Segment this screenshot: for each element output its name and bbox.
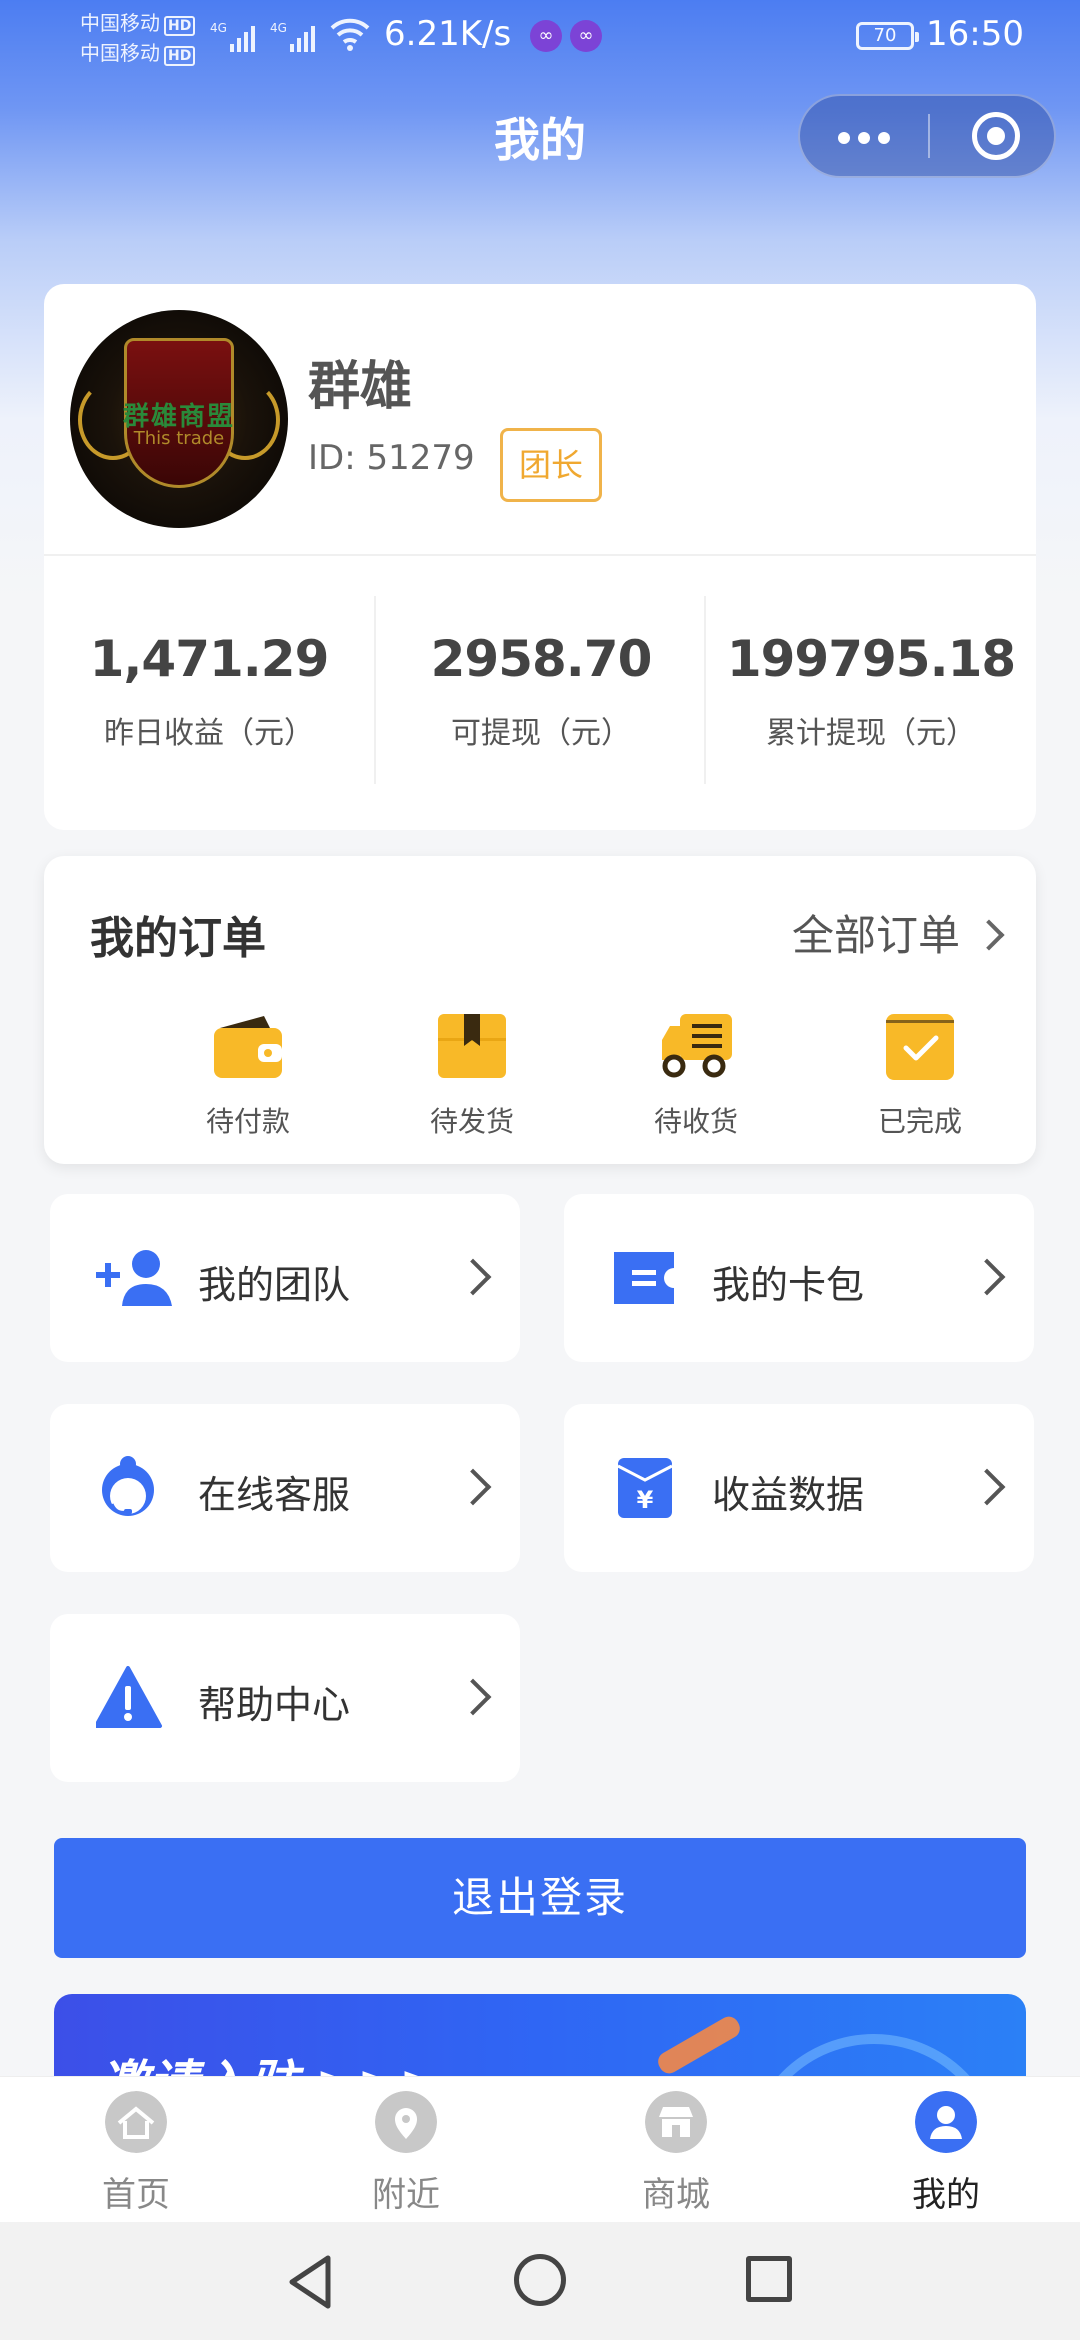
- menu-online-service[interactable]: 在线客服: [50, 1404, 520, 1572]
- order-label: 已完成: [877, 1105, 962, 1138]
- mini-program-capsule: [798, 94, 1056, 178]
- username: 群雄: [308, 357, 413, 417]
- truck-icon: [662, 1014, 732, 1078]
- check-icon: [886, 1014, 954, 1080]
- order-pending-shipment[interactable]: 待发货: [382, 1010, 562, 1140]
- order-completed[interactable]: 已完成: [830, 1010, 1010, 1140]
- box-icon: [438, 1014, 506, 1078]
- chevron-right-icon: [973, 918, 1005, 951]
- network-speed: 6.21K/s: [384, 14, 512, 54]
- menu-label: 我的卡包: [712, 1263, 865, 1307]
- hd-badge: HD: [164, 46, 196, 66]
- order-label: 待付款: [205, 1105, 290, 1138]
- carrier-2: 中国移动: [80, 41, 160, 65]
- status-bar: 中国移动 HD 中国移动 HD 4G 4G 6.21K/s ∞ ∞ 70 16:50: [0, 0, 1080, 72]
- order-pending-payment[interactable]: 待付款: [158, 1010, 338, 1140]
- recent-apps-icon[interactable]: [746, 2256, 792, 2302]
- card-icon: [614, 1252, 674, 1304]
- wallet-icon: [214, 1016, 282, 1078]
- carrier-1: 中国移动: [80, 11, 160, 35]
- hd-badge: HD: [164, 16, 196, 36]
- more-dots-icon: [878, 132, 890, 144]
- menu-label: 我的团队: [198, 1263, 351, 1307]
- stat-total-withdrawn[interactable]: 199795.18 累计提现（元）: [706, 630, 1036, 752]
- stat-yesterday-earnings[interactable]: 1,471.29 昨日收益（元）: [44, 630, 374, 752]
- app-notification-icon: ∞: [570, 20, 602, 52]
- user-icon: [915, 2091, 977, 2153]
- chevron-right-icon: [968, 1258, 1006, 1296]
- customer-service-icon: [102, 1456, 154, 1516]
- menu-label: 收益数据: [712, 1473, 865, 1517]
- bottom-tab-bar: 首页 附近 商城 我的: [0, 2076, 1080, 2222]
- tab-mine[interactable]: 我的: [866, 2091, 1026, 2216]
- more-dots-icon: [838, 132, 850, 144]
- location-icon: [375, 2091, 437, 2153]
- carrier-info: 中国移动 HD 中国移动 HD: [80, 8, 196, 68]
- avatar-logo-subtext: This trade: [133, 428, 225, 449]
- add-user-icon: [96, 1250, 172, 1306]
- avatar[interactable]: 群雄商盟 This trade: [70, 310, 288, 528]
- svg-text:¥: ¥: [637, 1486, 654, 1514]
- svg-text:4G: 4G: [270, 21, 287, 35]
- close-mini-program-icon[interactable]: [972, 112, 1020, 160]
- all-orders-link[interactable]: 全部订单: [791, 902, 1005, 963]
- tab-nearby[interactable]: 附近: [326, 2091, 486, 2216]
- chevron-right-icon: [968, 1468, 1006, 1506]
- capsule-divider: [928, 114, 930, 158]
- menu-help-center[interactable]: 帮助中心: [50, 1614, 520, 1782]
- order-label: 待发货: [429, 1105, 514, 1138]
- menu-my-card-wallet[interactable]: 我的卡包: [564, 1194, 1034, 1362]
- stat-value: 199795.18: [726, 630, 1016, 688]
- user-id: ID: 51279: [308, 438, 475, 478]
- banner-decoration: [654, 2012, 744, 2078]
- wifi-icon: [330, 18, 370, 51]
- menu-earnings-data[interactable]: ¥ 收益数据: [564, 1404, 1034, 1572]
- back-icon[interactable]: [286, 2254, 336, 2310]
- tab-home[interactable]: 首页: [56, 2091, 216, 2216]
- tab-label: 我的: [912, 2175, 980, 2215]
- menu-my-team[interactable]: 我的团队: [50, 1194, 520, 1362]
- tab-mall[interactable]: 商城: [596, 2091, 756, 2216]
- menu-label: 在线客服: [198, 1473, 351, 1517]
- tab-label: 首页: [102, 2175, 170, 2215]
- more-dots-icon: [858, 132, 870, 144]
- battery-icon: 70: [856, 22, 919, 50]
- chevron-right-icon: [454, 1678, 492, 1716]
- more-options-button[interactable]: [830, 96, 930, 176]
- orders-title: 我的订单: [90, 913, 266, 964]
- signal-icon: 4G 4G: [210, 21, 315, 52]
- home-icon: [105, 2091, 167, 2153]
- stat-label: 昨日收益（元）: [104, 716, 314, 751]
- store-icon: [645, 2091, 707, 2153]
- stat-value: 2958.70: [430, 630, 653, 688]
- divider: [44, 554, 1036, 556]
- order-label: 待收货: [653, 1105, 738, 1138]
- clock: 16:50: [926, 14, 1024, 54]
- stat-value: 1,471.29: [89, 630, 330, 688]
- role-badge: 团长: [500, 428, 603, 502]
- orders-card: 我的订单 全部订单 待付款 待发货 待收货 已完成: [44, 856, 1036, 1164]
- tab-label: 附近: [372, 2175, 440, 2215]
- chevron-right-icon: [454, 1258, 492, 1296]
- logout-button[interactable]: 退出登录: [54, 1838, 1026, 1958]
- stat-label: 可提现（元）: [451, 716, 631, 751]
- system-navigation-bar: [0, 2222, 1080, 2340]
- svg-text:4G: 4G: [210, 21, 227, 35]
- home-nav-icon[interactable]: [514, 2254, 566, 2306]
- menu-label: 帮助中心: [198, 1683, 351, 1727]
- yuan-icon: ¥: [617, 1458, 673, 1518]
- profile-card: 群雄商盟 This trade 群雄 ID: 51279 团长 1,471.29…: [44, 284, 1036, 830]
- chevron-right-icon: [454, 1468, 492, 1506]
- warning-icon: [96, 1666, 162, 1728]
- order-pending-receipt[interactable]: 待收货: [606, 1010, 786, 1140]
- tab-label: 商城: [642, 2175, 710, 2215]
- stat-withdrawable[interactable]: 2958.70 可提现（元）: [376, 630, 706, 752]
- app-notification-icon: ∞: [530, 20, 562, 52]
- stat-label: 累计提现（元）: [766, 716, 976, 751]
- all-orders-label: 全部订单: [791, 911, 960, 960]
